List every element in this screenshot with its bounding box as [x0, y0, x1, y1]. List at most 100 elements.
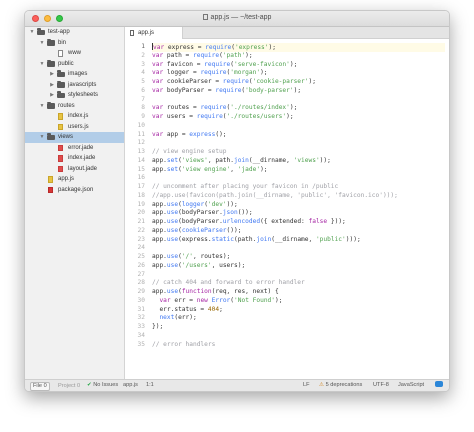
code-line[interactable]: app.use('/', routes); [152, 253, 445, 262]
code-token: var [152, 104, 164, 112]
code-token: 'cookie-parser' [252, 78, 309, 85]
code-area[interactable]: var express = require('express'); var pat… [152, 43, 445, 349]
line-ending-selector[interactable]: LF [303, 380, 310, 391]
code-line[interactable]: }); [152, 323, 445, 332]
code-line[interactable] [152, 244, 445, 253]
code-line[interactable]: var err = new Error('Not Found'); [152, 297, 445, 306]
tree-item-test-app[interactable]: ▼ test-app [25, 27, 124, 38]
code-line[interactable]: var cookieParser = require('cookie-parse… [152, 78, 445, 87]
code-token: ); [293, 86, 302, 94]
code-line[interactable]: var path = require('path'); [152, 52, 445, 61]
code-editor[interactable]: 1 2 3 4 5 6 7 8 9 10 11 12 13 14 15 16 17 18 19 20 21 22 23 24 2… [125, 39, 449, 379]
tree-item-public[interactable]: ▼ public [25, 59, 124, 70]
deprecation-status[interactable]: ⚠ 5 deprecations [319, 380, 362, 391]
tree-item-error-jade[interactable]: error.jade [25, 143, 124, 154]
tree-item-label: index.js [68, 113, 89, 119]
code-token: Error [211, 296, 231, 304]
code-line[interactable] [152, 96, 445, 105]
code-line[interactable]: // catch 404 and forward to error handle… [152, 279, 445, 288]
code-line[interactable] [152, 174, 445, 183]
tree-item-app-js[interactable]: app.js [25, 174, 124, 185]
code-line[interactable]: app.use('/users', users); [152, 262, 445, 271]
code-line[interactable]: var express = require('express'); [152, 43, 445, 52]
code-token: app. [152, 261, 167, 269]
code-token: require [204, 60, 231, 68]
project-issues-tab[interactable]: Project 0 [55, 380, 83, 391]
code-line[interactable]: var logger = require('morgan'); [152, 69, 445, 78]
code-line[interactable]: app.use(function(req, res, next) { [152, 288, 445, 297]
tree-item-bin[interactable]: ▼ bin [25, 38, 124, 49]
file-icon [130, 30, 134, 36]
code-token: , users); [211, 261, 246, 269]
tree-item-layout-jade[interactable]: layout.jade [25, 164, 124, 175]
tree-item-label: index.jade [68, 155, 96, 161]
code-line[interactable] [152, 332, 445, 341]
linter-status[interactable]: ✔ No Issues [87, 380, 118, 391]
chevron-down-icon[interactable]: ▼ [39, 38, 45, 49]
tab-app-js[interactable]: app.js [125, 27, 183, 39]
code-line[interactable]: var routes = require('./routes/index'); [152, 104, 445, 113]
code-line[interactable]: //app.use(favicon(path.join(__dirname, '… [152, 192, 445, 201]
code-token: use [166, 235, 179, 243]
line-number: 17 [137, 183, 145, 190]
chevron-right-icon[interactable]: ▶ [49, 69, 55, 80]
code-line[interactable]: var bodyParser = require('body-parser'); [152, 87, 445, 96]
code-line[interactable]: next(err); [152, 314, 445, 323]
code-line[interactable]: // error handlers [152, 341, 445, 350]
code-line[interactable]: var favicon = require('serve-favicon'); [152, 61, 445, 70]
line-number: 25 [137, 253, 145, 260]
code-line[interactable]: app.use(express.static(path.join(__dirna… [152, 236, 445, 245]
chevron-down-icon[interactable]: ▼ [39, 101, 45, 112]
file-issues-tab[interactable]: File 0 [30, 380, 50, 391]
code-token: var [159, 296, 171, 304]
line-number: 23 [137, 235, 145, 243]
tree-item-images[interactable]: ▶ images [25, 69, 124, 80]
line-number: 35 [137, 340, 145, 348]
cursor-position[interactable]: 1:1 [146, 380, 154, 391]
code-line[interactable]: app.set('views', path.join(__dirname, 'v… [152, 157, 445, 166]
code-token: use [166, 209, 179, 217]
chevron-right-icon[interactable]: ▶ [49, 90, 55, 101]
code-line[interactable]: // view engine setup [152, 148, 445, 157]
chevron-down-icon[interactable]: ▼ [39, 132, 45, 143]
tree-item-views[interactable]: ▼ views [25, 132, 124, 143]
tree-item-index-jade[interactable]: index.jade [25, 153, 124, 164]
tree-item-users-js[interactable]: users.js [25, 122, 124, 133]
chevron-right-icon[interactable]: ▶ [49, 80, 55, 91]
tree-item-index-js[interactable]: index.js [25, 111, 124, 122]
code-line[interactable]: app.use(bodyParser.urlencoded({ extended… [152, 218, 445, 227]
code-line[interactable]: app.use(cookieParser()); [152, 227, 445, 236]
code-line[interactable]: var users = require('./routes/users'); [152, 113, 445, 122]
issues-label: No Issues [93, 382, 119, 388]
code-token: ); [289, 60, 298, 68]
tree-item-stylesheets[interactable]: ▶ stylesheets [25, 90, 124, 101]
code-token: 'dev' [207, 200, 227, 208]
code-line[interactable]: // uncomment after placing your favicon … [152, 183, 445, 192]
tree-item-www[interactable]: www [25, 48, 124, 59]
code-line[interactable] [152, 139, 445, 148]
current-file-path[interactable]: app.js [123, 380, 138, 391]
line-number: 16 [137, 174, 145, 182]
code-line[interactable] [152, 271, 445, 280]
code-line[interactable]: var app = express(); [152, 131, 445, 140]
code-token: use [166, 200, 179, 208]
share-icon[interactable] [435, 380, 443, 391]
tree-item-routes[interactable]: ▼ routes [25, 101, 124, 112]
folder-icon [47, 38, 55, 46]
code-line[interactable]: app.use(logger('dev')); [152, 201, 445, 210]
code-token: json [222, 209, 238, 217]
code-line[interactable]: app.use(bodyParser.json()); [152, 209, 445, 218]
line-number: 7 [141, 95, 145, 103]
chevron-down-icon[interactable]: ▼ [39, 59, 45, 70]
tree-item-package-json[interactable]: package.json [25, 185, 124, 196]
code-line[interactable]: app.set('view engine', 'jade'); [152, 166, 445, 175]
code-token: //app.use(favicon(path.join(__dirname, '… [152, 191, 398, 199]
code-token: ({ extended: [260, 218, 309, 225]
encoding-selector[interactable]: UTF-8 [373, 380, 389, 391]
grammar-selector[interactable]: JavaScript [398, 380, 424, 391]
window-title-text: app.js — ~/test-app [210, 14, 272, 21]
code-line[interactable] [152, 122, 445, 131]
chevron-down-icon[interactable]: ▼ [29, 27, 35, 38]
tree-item-javascripts[interactable]: ▶ javascripts [25, 80, 124, 91]
code-line[interactable]: err.status = 404; [152, 306, 445, 315]
